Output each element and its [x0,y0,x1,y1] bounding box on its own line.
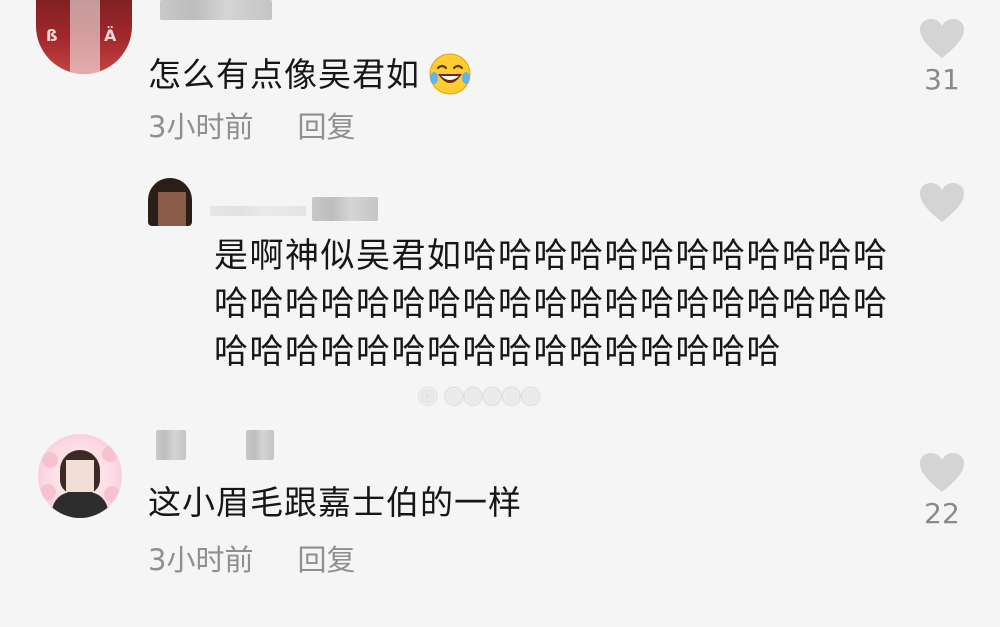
username-redacted[interactable] [160,0,272,20]
watermark: ◎ ●●●●● [418,383,541,408]
username-redacted[interactable] [156,430,186,460]
avatar[interactable] [38,434,122,518]
avatar[interactable]: ß Ä [36,0,132,74]
comment-meta: 3小时前 回复 [148,113,355,142]
username-redacted [246,430,274,460]
comment-meta: 3小时前 回复 [148,546,355,575]
like-button[interactable]: 22 [912,452,972,528]
comment-text: 这小眉毛跟嘉士伯的一样 [148,483,522,522]
heart-icon [920,183,964,222]
heart-icon [920,453,964,492]
laughing-emoji-icon [429,53,471,95]
like-button[interactable]: 31 [912,18,972,94]
username-redacted[interactable] [312,197,378,221]
like-count: 31 [924,63,960,96]
comment-text: 怎么有点像吴君如 [148,52,472,96]
reply-button[interactable]: 回复 [297,110,355,144]
username-redacted [210,206,306,216]
like-count: 22 [924,497,960,530]
avatar[interactable] [148,178,192,226]
reply-button[interactable]: 回复 [297,543,355,577]
reply-body: 是啊神似吴君如哈哈哈哈哈哈哈哈哈哈哈哈哈哈哈哈哈哈哈哈哈哈哈哈哈哈哈哈哈哈哈哈哈… [214,236,889,372]
timestamp: 3小时前 [148,543,254,577]
like-button[interactable] [912,182,972,224]
comment-body: 怎么有点像吴君如 [148,55,420,94]
timestamp: 3小时前 [148,110,254,144]
heart-icon [920,19,964,58]
